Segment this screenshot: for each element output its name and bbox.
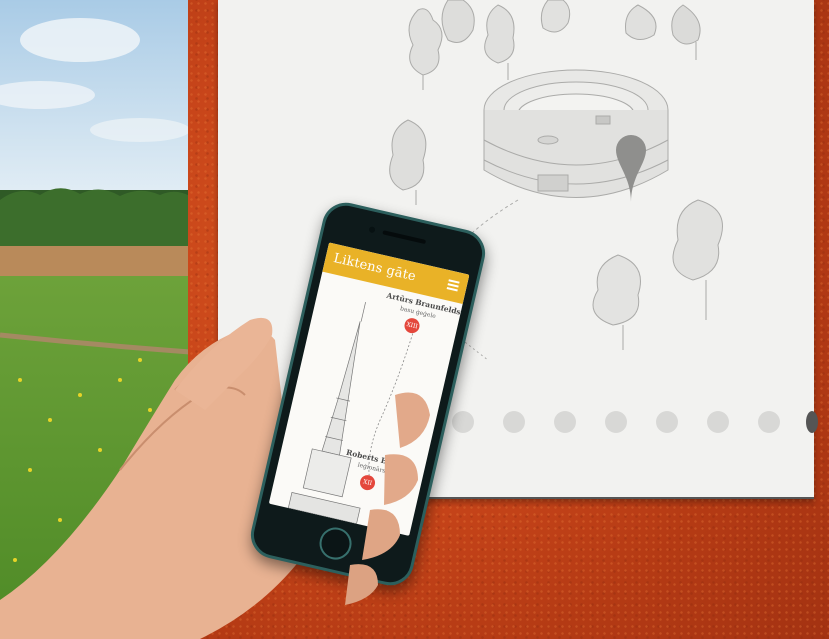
photo-scene: Liktens gāte Artūrs Braunfelds basu ģeģe… (0, 0, 829, 639)
hand-fingers (175, 317, 430, 605)
